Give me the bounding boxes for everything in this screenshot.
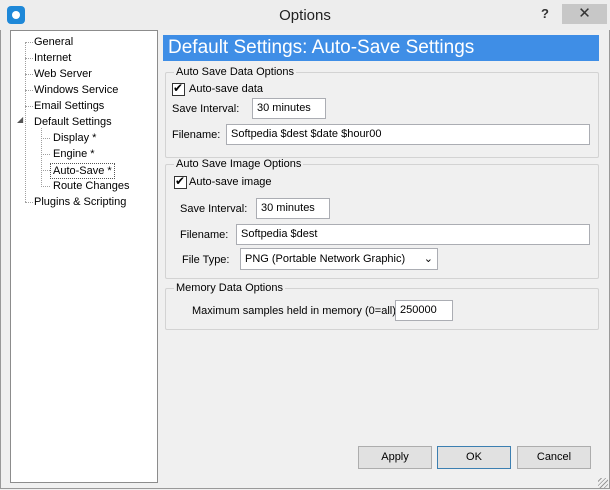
tree-connector [41, 154, 50, 155]
tree-connector [41, 186, 50, 187]
group-title: Auto Save Image Options [174, 158, 304, 170]
autosave-image-checkbox[interactable] [174, 174, 187, 189]
data-options-group: Auto Save Data Options Auto-save data Sa… [165, 66, 599, 158]
title-bar: Options ? ✕ [0, 0, 610, 30]
tree-item-display[interactable]: Display * [53, 131, 96, 145]
cancel-button[interactable]: Cancel [517, 446, 591, 469]
close-button[interactable]: ✕ [562, 4, 607, 24]
tree-item-plugins-scripting[interactable]: Plugins & Scripting [34, 195, 126, 209]
tree-item-email-settings[interactable]: Email Settings [34, 99, 104, 113]
memory-options-group: Memory Data Options Maximum samples held… [165, 282, 599, 330]
tree-connector [41, 138, 50, 139]
tree-connector [25, 202, 33, 203]
tree-item-auto-save[interactable]: Auto-Save * [50, 163, 115, 179]
tree-item-general[interactable]: General [34, 35, 73, 49]
data-interval-input[interactable]: 30 minutes [252, 98, 326, 119]
settings-panel: Default Settings: Auto-Save Settings Aut… [163, 35, 599, 481]
autosave-data-label: Auto-save data [189, 83, 263, 95]
tree-item-web-server[interactable]: Web Server [34, 67, 92, 81]
ok-button[interactable]: OK [437, 446, 511, 469]
image-interval-label: Save Interval: [180, 203, 248, 215]
help-button[interactable]: ? [535, 4, 555, 24]
collapse-triangle-icon[interactable]: ◢ [17, 115, 23, 124]
tree-connector [41, 128, 42, 185]
tree-connector [25, 74, 33, 75]
tree-item-default-settings[interactable]: Default Settings [34, 115, 112, 129]
tree-connector [25, 90, 33, 91]
chevron-down-icon: ⌄ [423, 253, 433, 265]
tree-item-engine[interactable]: Engine * [53, 147, 95, 161]
data-filename-label: Filename: [172, 129, 221, 141]
image-filename-label: Filename: [180, 229, 229, 241]
tree-connector [25, 42, 33, 43]
image-options-group: Auto Save Image Options Auto-save image … [165, 158, 599, 279]
window-title: Options [279, 7, 331, 24]
file-type-label: File Type: [182, 254, 230, 266]
apply-button[interactable]: Apply [358, 446, 432, 469]
tree-connector [25, 106, 33, 107]
image-interval-input[interactable]: 30 minutes [256, 198, 330, 219]
group-title: Memory Data Options [174, 282, 285, 294]
autosave-data-checkbox[interactable] [172, 81, 185, 96]
tree-item-internet[interactable]: Internet [34, 51, 71, 65]
group-title: Auto Save Data Options [174, 66, 297, 78]
settings-tree[interactable]: ◢ General Internet Web Server Windows Se… [10, 30, 158, 483]
image-filename-input[interactable]: Softpedia $dest [236, 224, 590, 245]
tree-connector [41, 170, 50, 171]
file-type-select[interactable]: PNG (Portable Network Graphic) ⌄ [240, 248, 438, 270]
max-samples-label: Maximum samples held in memory (0=all): [192, 305, 399, 317]
tree-connector [25, 42, 26, 202]
tree-item-windows-service[interactable]: Windows Service [34, 83, 118, 97]
data-interval-label: Save Interval: [172, 103, 240, 115]
file-type-value: PNG (Portable Network Graphic) [245, 253, 406, 265]
tree-item-route-changes[interactable]: Route Changes [53, 179, 129, 193]
page-title: Default Settings: Auto-Save Settings [163, 35, 599, 61]
data-filename-input[interactable]: Softpedia $dest $date $hour00 [226, 124, 590, 145]
autosave-image-label: Auto-save image [189, 176, 272, 188]
tree-connector [25, 58, 33, 59]
max-samples-input[interactable]: 250000 [395, 300, 453, 321]
resize-grip[interactable] [598, 478, 608, 488]
